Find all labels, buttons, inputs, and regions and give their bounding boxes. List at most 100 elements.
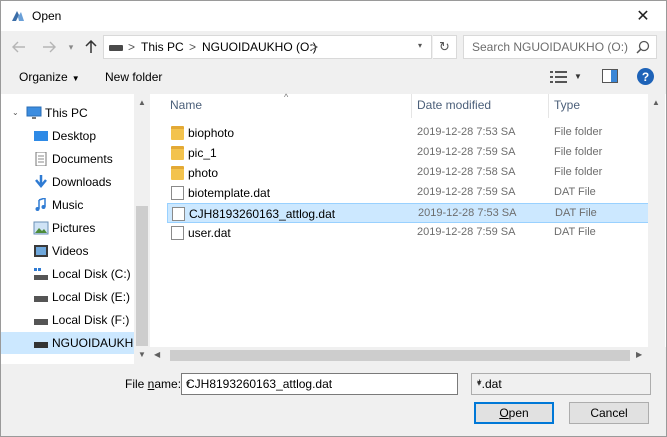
- navigation-scrollbar[interactable]: ▲ ▼: [134, 94, 150, 364]
- address-dropdown-icon[interactable]: ▾: [418, 41, 422, 50]
- file-name-label-suffix: ame:: [154, 377, 182, 391]
- column-divider[interactable]: [548, 94, 549, 118]
- nav-item-music[interactable]: Music: [1, 194, 134, 216]
- nav-item-label: Downloads: [52, 175, 112, 189]
- app-icon: [12, 11, 24, 21]
- file-date: 2019-12-28 7:53 SA: [418, 207, 517, 219]
- cancel-label: Cancel: [590, 406, 628, 420]
- nav-item-videos[interactable]: Videos: [1, 240, 134, 262]
- change-view-icon[interactable]: [550, 70, 568, 84]
- file-type: DAT File: [554, 226, 596, 238]
- music-icon: [35, 198, 46, 211]
- nav-item-this-pc[interactable]: ⌄ This PC: [1, 102, 134, 124]
- scroll-right-icon[interactable]: ▶: [636, 350, 642, 359]
- organize-button[interactable]: Organize ▼: [19, 70, 80, 84]
- scroll-left-icon[interactable]: ◀: [154, 350, 160, 359]
- nav-item-downloads[interactable]: Downloads: [1, 171, 134, 193]
- window-title: Open: [32, 9, 62, 23]
- breadcrumb-separator: >: [189, 40, 197, 54]
- file-list: ^ Name Date modified Type biophoto 2019-…: [150, 92, 666, 364]
- view-options-chevron-icon[interactable]: ▼: [574, 72, 582, 81]
- nav-item-label: Desktop: [52, 129, 97, 143]
- sort-ascending-icon: ^: [284, 92, 289, 102]
- folder-icon: [171, 126, 184, 140]
- nav-item-documents[interactable]: Documents: [1, 148, 134, 170]
- column-header-type[interactable]: Type: [554, 98, 580, 112]
- arrow-left-icon: [12, 41, 25, 53]
- column-divider[interactable]: [411, 94, 412, 118]
- nav-item-local-disk-c[interactable]: Local Disk (C:): [1, 263, 134, 285]
- open-button[interactable]: Open: [474, 402, 554, 424]
- nav-item-pictures[interactable]: Pictures: [1, 217, 134, 239]
- scrollbar-thumb[interactable]: [170, 350, 630, 361]
- downloads-icon: [35, 175, 47, 188]
- close-button[interactable]: ✕: [620, 1, 666, 31]
- arrow-right-icon: [43, 41, 56, 53]
- breadcrumb-separator: >: [311, 40, 319, 54]
- nav-item-label: Pictures: [52, 221, 96, 235]
- back-button[interactable]: [9, 37, 29, 57]
- preview-pane-icon[interactable]: [602, 69, 618, 83]
- nav-item-desktop[interactable]: Desktop: [1, 125, 134, 147]
- column-header-date-modified[interactable]: Date modified: [417, 98, 491, 112]
- organize-label: Organize: [19, 70, 68, 84]
- drive-icon: [109, 45, 123, 51]
- up-button[interactable]: [81, 37, 101, 57]
- folder-icon: [171, 166, 184, 180]
- file-type: DAT File: [555, 207, 597, 219]
- column-header-name[interactable]: Name: [170, 98, 202, 112]
- scrollbar-thumb[interactable]: [136, 206, 148, 346]
- videos-icon: [34, 245, 48, 257]
- drive-icon: [34, 296, 48, 302]
- cancel-button[interactable]: Cancel: [569, 402, 649, 424]
- file-row[interactable]: biophoto 2019-12-28 7:53 SA File folder: [167, 123, 665, 143]
- file-type-filter[interactable]: *.dat ▾: [471, 373, 651, 395]
- file-row[interactable]: biotemplate.dat 2019-12-28 7:59 SA DAT F…: [167, 183, 665, 203]
- file-date: 2019-12-28 7:59 SA: [417, 186, 516, 198]
- horizontal-scrollbar[interactable]: ◀ ▶: [150, 347, 666, 364]
- file-row[interactable]: pic_1 2019-12-28 7:59 SA File folder: [167, 143, 665, 163]
- help-icon[interactable]: ?: [637, 68, 654, 85]
- vertical-scrollbar[interactable]: ▲: [648, 94, 665, 347]
- desktop-icon: [34, 131, 48, 141]
- file-date: 2019-12-28 7:59 SA: [417, 226, 516, 238]
- new-folder-label: New folder: [105, 70, 163, 84]
- refresh-button[interactable]: ↻: [433, 35, 457, 59]
- nav-item-label: Local Disk (F:): [52, 313, 130, 327]
- open-label-accesskey: O: [499, 406, 509, 420]
- chevron-down-icon: ▾: [477, 379, 482, 388]
- open-label: pen: [508, 406, 529, 420]
- new-folder-button[interactable]: New folder: [105, 70, 162, 84]
- nav-item-local-disk-f[interactable]: Local Disk (F:): [1, 309, 134, 331]
- nav-item-label: Documents: [52, 152, 113, 166]
- file-name: photo: [188, 166, 219, 180]
- nav-item-label: Local Disk (C:): [52, 267, 131, 281]
- chevron-down-icon[interactable]: ▾: [186, 379, 453, 388]
- nav-item-label: NGUOIDAUKHO: [52, 336, 143, 350]
- recent-locations-button[interactable]: ▾: [64, 37, 78, 57]
- address-bar[interactable]: > This PC > NGUOIDAUKHO (O:) >: [103, 35, 432, 59]
- search-box[interactable]: [463, 35, 657, 59]
- scroll-down-icon[interactable]: ▼: [138, 350, 146, 359]
- chevron-down-icon[interactable]: ⌄: [12, 108, 19, 117]
- breadcrumb-drive[interactable]: NGUOIDAUKHO (O:): [202, 40, 317, 54]
- file-name-input[interactable]: CJH8193260163_attlog.dat ▾: [181, 373, 458, 395]
- file-row[interactable]: user.dat 2019-12-28 7:59 SA DAT File: [167, 223, 665, 243]
- file-row[interactable]: photo 2019-12-28 7:58 SA File folder: [167, 163, 665, 183]
- file-row-selected[interactable]: CJH8193260163_attlog.dat 2019-12-28 7:53…: [167, 203, 665, 223]
- breadcrumb-separator: >: [128, 40, 136, 54]
- scroll-up-icon[interactable]: ▲: [138, 98, 146, 107]
- file-name: biotemplate.dat: [188, 186, 271, 200]
- file-name-label-prefix: File: [125, 377, 148, 391]
- nav-item-nguoidaukho[interactable]: NGUOIDAUKHO: [1, 332, 143, 354]
- breadcrumb-this-pc[interactable]: This PC: [141, 40, 184, 54]
- scroll-up-icon[interactable]: ▲: [652, 98, 660, 107]
- search-input[interactable]: [464, 36, 630, 58]
- drive-icon: [34, 342, 48, 348]
- nav-item-local-disk-e[interactable]: Local Disk (E:): [1, 286, 134, 308]
- nav-item-label: This PC: [45, 106, 88, 120]
- file-type: File folder: [554, 146, 603, 158]
- nav-item-label: Videos: [52, 244, 89, 258]
- forward-button[interactable]: [39, 37, 59, 57]
- file-name: biophoto: [188, 126, 235, 140]
